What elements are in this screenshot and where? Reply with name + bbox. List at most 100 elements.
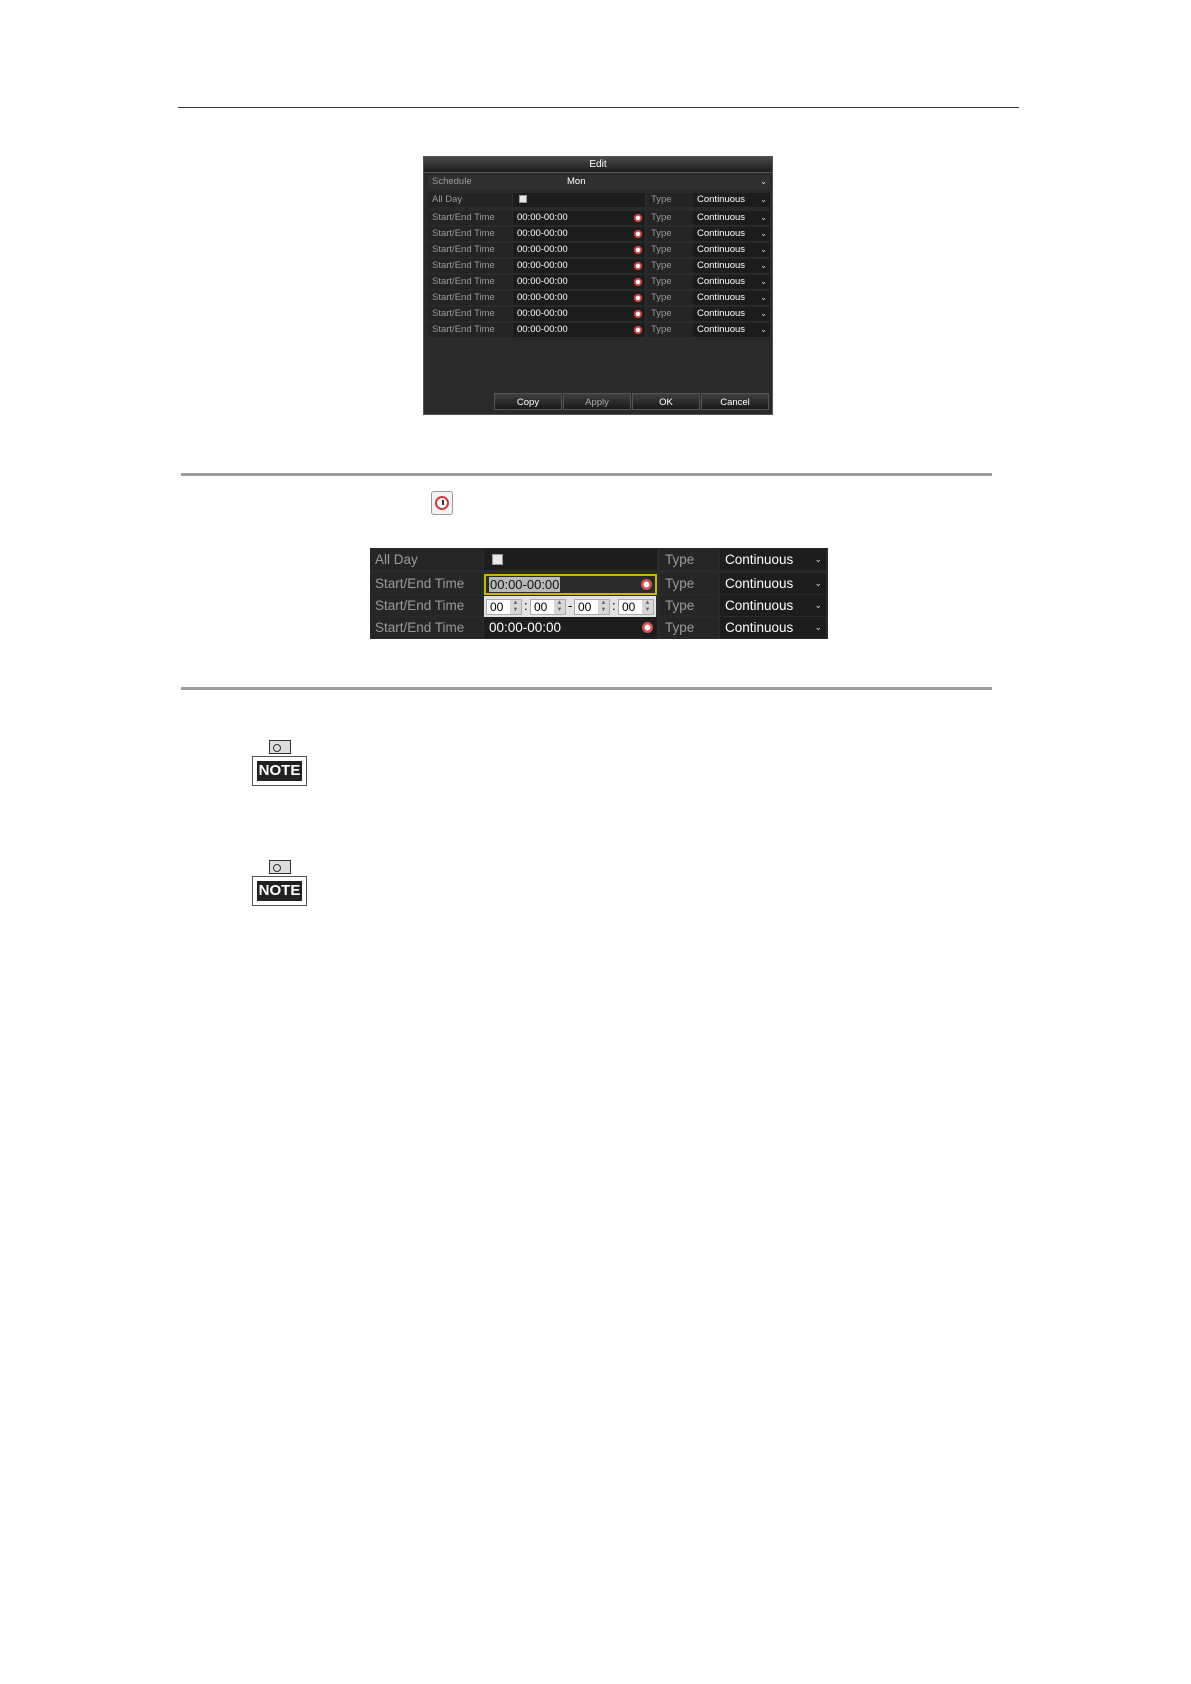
time-value: 00:00-00:00 — [517, 308, 568, 319]
note-icon: NOTE — [252, 860, 307, 908]
spinner-arrows-icon[interactable]: ▲ ▼ — [598, 600, 609, 614]
start-end-time-label: Start/End Time — [428, 307, 512, 321]
clock-icon[interactable] — [634, 246, 642, 254]
schedule-row: Schedule Mon ⌄ — [428, 175, 770, 190]
start-hour-spinner[interactable]: 00 ▲ ▼ — [486, 599, 522, 615]
schedule-select[interactable]: Mon ⌄ — [563, 175, 770, 189]
time-field[interactable]: 00:00-00:00 — [513, 211, 645, 225]
chevron-down-icon: ⌄ — [760, 213, 767, 222]
type-label: Type — [647, 323, 693, 337]
type-value: Continuous — [725, 598, 794, 613]
time-field[interactable]: 00:00-00:00 — [513, 275, 645, 289]
type-select[interactable]: Continuous ⌄ — [720, 573, 826, 594]
all-day-checkbox[interactable] — [492, 554, 503, 565]
start-end-time-label: Start/End Time — [428, 243, 512, 257]
end-hour-spinner[interactable]: 00 ▲ ▼ — [574, 599, 610, 615]
end-minute-spinner[interactable]: 00 ▲ ▼ — [618, 599, 654, 615]
zoomed-schedule-panel: All Day Type Continuous ⌄ Start/End Time… — [370, 548, 828, 639]
start-end-time-label: Start/End Time — [370, 573, 483, 594]
type-select[interactable]: Continuous ⌄ — [693, 323, 770, 337]
schedule-time-row: Start/End Time 00:00-00:00 Type Continuo… — [428, 275, 770, 290]
clock-icon[interactable] — [634, 262, 642, 270]
time-dash: - — [568, 598, 573, 613]
time-value: 00:00-00:00 — [517, 260, 568, 271]
all-day-checkbox[interactable] — [519, 195, 527, 204]
type-select[interactable]: Continuous ⌄ — [693, 307, 770, 321]
type-select[interactable]: Continuous ⌄ — [693, 259, 770, 273]
type-select[interactable]: Continuous ⌄ — [720, 549, 826, 570]
type-select[interactable]: Continuous ⌄ — [720, 617, 826, 638]
time-value: 00:00-00:00 — [517, 276, 568, 287]
note-label: NOTE — [257, 881, 302, 901]
spinner-arrows-icon[interactable]: ▲ ▼ — [554, 600, 565, 614]
time-field[interactable]: 00:00-00:00 — [513, 243, 645, 257]
start-hour-value: 00 — [490, 600, 504, 614]
ok-button[interactable]: OK — [632, 393, 700, 410]
type-value: Continuous — [697, 308, 746, 319]
cancel-button[interactable]: Cancel — [701, 393, 769, 410]
clock-icon — [431, 491, 453, 515]
type-label: Type — [647, 243, 693, 257]
type-label: Type — [660, 617, 719, 638]
section-rule — [181, 473, 992, 476]
start-minute-spinner[interactable]: 00 ▲ ▼ — [530, 599, 566, 615]
all-day-row: All Day Type Continuous ⌄ — [428, 193, 770, 208]
type-select[interactable]: Continuous ⌄ — [693, 227, 770, 241]
all-day-label: All Day — [428, 193, 512, 207]
apply-button[interactable]: Apply — [563, 393, 631, 410]
type-value: Continuous — [725, 576, 794, 591]
dialog-title: Edit — [424, 157, 772, 173]
clock-icon[interactable] — [641, 579, 652, 590]
all-day-checkbox-cell — [484, 549, 657, 570]
type-label: Type — [647, 307, 693, 321]
spinner-arrows-icon[interactable]: ▲ ▼ — [510, 600, 521, 614]
clock-icon[interactable] — [634, 294, 642, 302]
schedule-time-row: Start/End Time 00:00-00:00 Type Continuo… — [428, 243, 770, 258]
type-label: Type — [660, 573, 719, 594]
type-label: Type — [647, 227, 693, 241]
type-value: Continuous — [697, 194, 746, 205]
type-value: Continuous — [697, 276, 746, 287]
time-field[interactable]: 00:00-00:00 — [513, 307, 645, 321]
clock-icon[interactable] — [634, 230, 642, 238]
start-end-time-label: Start/End Time — [428, 259, 512, 273]
copy-button[interactable]: Copy — [494, 393, 562, 410]
chevron-down-icon: ⌄ — [760, 261, 767, 270]
chevron-down-icon: ⌄ — [760, 177, 767, 186]
type-select[interactable]: Continuous ⌄ — [693, 211, 770, 225]
type-select[interactable]: Continuous ⌄ — [693, 275, 770, 289]
clock-icon[interactable] — [634, 310, 642, 318]
type-label: Type — [660, 549, 719, 570]
note-icon: NOTE — [252, 740, 307, 788]
clock-icon[interactable] — [634, 278, 642, 286]
time-field-focused[interactable]: 00:00-00:00 — [484, 574, 657, 595]
time-field[interactable]: 00:00-00:00 — [513, 291, 645, 305]
time-field[interactable]: 00:00-00:00 — [513, 259, 645, 273]
time-value: 00:00-00:00 — [517, 292, 568, 303]
page-header-rule — [178, 107, 1019, 108]
type-value: Continuous — [697, 212, 746, 223]
type-select[interactable]: Continuous ⌄ — [720, 595, 826, 616]
schedule-time-row: Start/End Time 00:00-00:00 Type Continuo… — [428, 211, 770, 226]
time-value-selected: 00:00-00:00 — [489, 577, 561, 592]
clock-icon[interactable] — [634, 326, 642, 334]
camera-icon — [269, 740, 291, 754]
edit-dialog: Edit Schedule Mon ⌄ All Day Type Continu… — [423, 156, 773, 415]
chevron-down-icon: ⌄ — [814, 554, 822, 564]
clock-icon[interactable] — [634, 214, 642, 222]
type-select[interactable]: Continuous ⌄ — [693, 193, 770, 207]
clock-icon[interactable] — [642, 622, 653, 633]
type-label: Type — [647, 193, 693, 207]
type-value: Continuous — [697, 292, 746, 303]
start-end-time-label: Start/End Time — [428, 227, 512, 241]
spinner-arrows-icon[interactable]: ▲ ▼ — [642, 600, 653, 614]
type-label: Type — [647, 211, 693, 225]
start-end-time-label: Start/End Time — [428, 211, 512, 225]
type-select[interactable]: Continuous ⌄ — [693, 243, 770, 257]
schedule-time-row: Start/End Time 00:00-00:00 Type Continuo… — [370, 617, 828, 639]
type-label: Type — [647, 259, 693, 273]
type-select[interactable]: Continuous ⌄ — [693, 291, 770, 305]
time-field[interactable]: 00:00-00:00 — [513, 323, 645, 337]
time-field[interactable]: 00:00-00:00 — [513, 227, 645, 241]
time-field[interactable]: 00:00-00:00 — [484, 617, 657, 638]
